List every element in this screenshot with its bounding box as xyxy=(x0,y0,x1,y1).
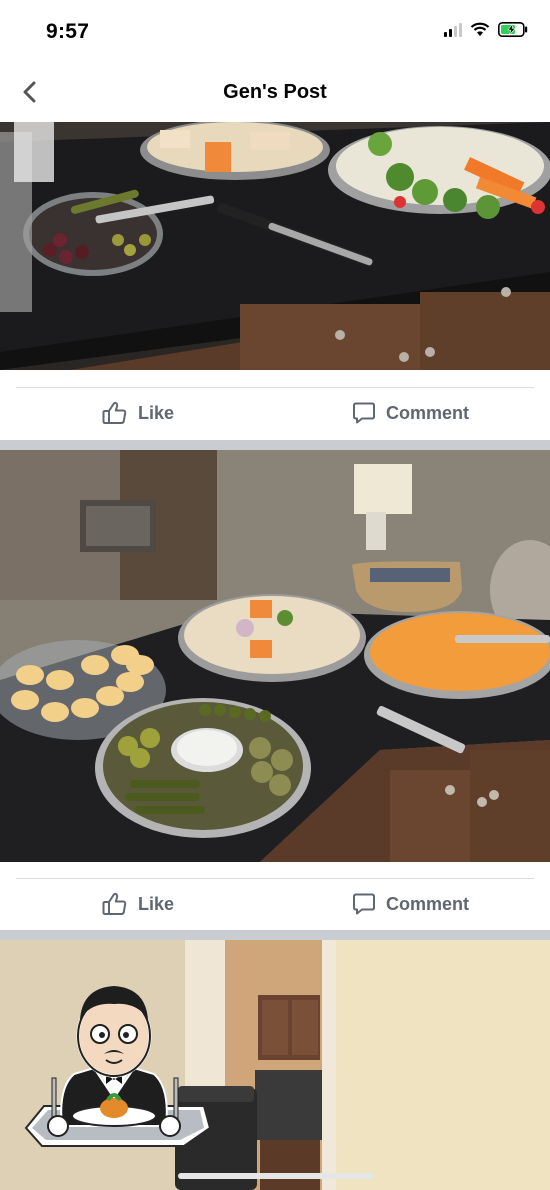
like-button[interactable]: Like xyxy=(102,401,174,425)
post-separator xyxy=(0,930,550,940)
comment-icon xyxy=(353,402,375,424)
comment-icon xyxy=(353,893,375,915)
waiter-mascot-icon xyxy=(24,986,212,1147)
comment-button[interactable]: Comment xyxy=(352,892,469,916)
battery-charging-icon xyxy=(498,22,528,37)
like-button[interactable]: Like xyxy=(102,892,174,916)
comment-label: Comment xyxy=(386,893,470,914)
nav-bar: Gen's Post xyxy=(0,62,550,122)
post-photo-1[interactable] xyxy=(0,122,550,370)
post-actions-2: Like Comment xyxy=(0,878,550,930)
page-title: Gen's Post xyxy=(223,81,327,103)
post-photo-2[interactable] xyxy=(0,450,550,862)
post-actions-1: Like Comment xyxy=(0,387,550,439)
restaurant-logo-badge xyxy=(14,978,214,1163)
cellular-signal-icon xyxy=(444,22,462,37)
divider xyxy=(16,387,534,388)
wifi-icon xyxy=(470,22,490,36)
home-indicator[interactable] xyxy=(178,1173,374,1179)
status-time: 9:57 xyxy=(46,20,90,43)
status-bar: 9:57 xyxy=(0,0,550,62)
post-separator xyxy=(0,440,550,450)
food-platters-photo xyxy=(0,122,550,370)
like-label: Like xyxy=(138,402,175,423)
status-icons xyxy=(444,22,528,37)
buffet-table-photo xyxy=(0,450,550,862)
divider xyxy=(16,878,534,879)
like-label: Like xyxy=(138,893,175,914)
thumbs-up-icon xyxy=(102,892,127,915)
comment-label: Comment xyxy=(386,402,470,423)
thumbs-up-icon xyxy=(102,401,127,424)
comment-button[interactable]: Comment xyxy=(352,401,469,425)
